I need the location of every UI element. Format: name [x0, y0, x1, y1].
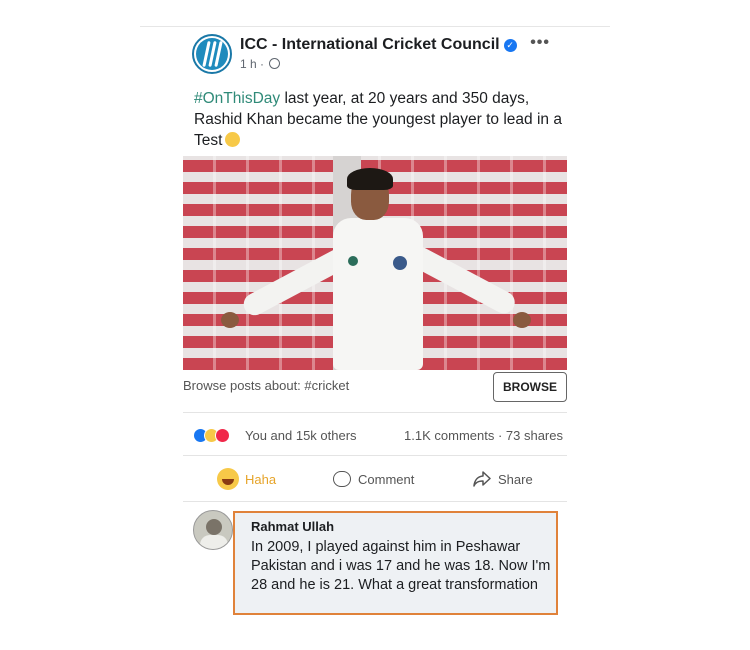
page-name-text[interactable]: ICC - International Cricket Council	[240, 36, 500, 53]
browse-button[interactable]: BROWSE	[493, 372, 567, 402]
meta-separator: ·	[260, 57, 265, 71]
comment-icon	[333, 471, 351, 487]
post-time[interactable]: 1 h	[240, 57, 257, 71]
verified-icon: ✓	[503, 39, 517, 52]
player-hand-right	[513, 312, 531, 328]
reactions-count[interactable]: You and 15k others	[245, 428, 357, 443]
comment-author[interactable]: Rahmat Ullah	[251, 519, 334, 534]
haha-label: Haha	[245, 471, 277, 487]
more-icon[interactable]: •••	[530, 34, 550, 52]
divider	[183, 501, 567, 502]
comment-label: Comment	[358, 471, 415, 487]
comment-bubble: Rahmat Ullah In 2009, I played against h…	[233, 511, 558, 615]
share-button[interactable]: Share	[473, 466, 533, 492]
browse-text[interactable]: Browse posts about: #cricket	[183, 378, 349, 393]
player-hand-left	[221, 312, 239, 328]
post-meta: 1 h ·	[240, 57, 281, 71]
comments-shares-count[interactable]: 1.1K comments · 73 shares	[404, 428, 563, 443]
reactions-summary[interactable]: You and 15k others 1.1K comments · 73 sh…	[193, 426, 563, 446]
divider	[183, 455, 567, 456]
haha-icon	[217, 468, 239, 490]
comment-text: In 2009, I played against him in Peshawa…	[251, 539, 551, 593]
haha-button[interactable]: Haha	[217, 466, 276, 492]
post-text: #OnThisDay last year, at 20 years and 35…	[194, 88, 564, 151]
share-label: Share	[498, 471, 533, 487]
smile-emoji-icon	[225, 132, 241, 147]
post-header: ICC - International Cricket Council ✓ 1 h…	[192, 34, 562, 76]
jersey-badge	[348, 256, 358, 266]
action-bar: Haha Comment Share	[183, 464, 567, 494]
comment-button[interactable]: Comment	[333, 466, 414, 492]
jersey-crest	[393, 256, 407, 270]
icc-logo-icon	[196, 38, 228, 70]
player-hair	[347, 168, 393, 190]
page-name[interactable]: ICC - International Cricket Council ✓	[240, 36, 517, 54]
commenter-avatar[interactable]	[193, 510, 233, 550]
post-photo[interactable]	[183, 156, 567, 370]
browse-topic-row: Browse posts about: #cricket BROWSE	[183, 372, 567, 402]
love-reaction-icon	[215, 428, 230, 443]
share-icon	[473, 471, 491, 487]
globe-icon	[269, 58, 281, 69]
divider	[183, 412, 567, 413]
player-body	[333, 218, 423, 370]
hashtag-link[interactable]: #OnThisDay	[194, 90, 280, 107]
page-avatar[interactable]	[192, 34, 232, 74]
